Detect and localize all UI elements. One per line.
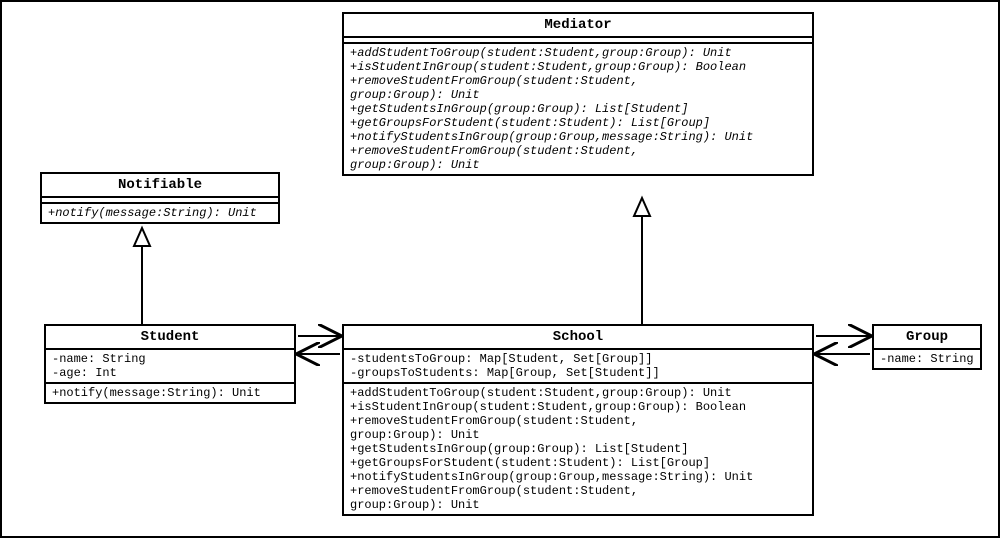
class-group-attrs: -name: String [874, 350, 980, 368]
diagram-frame: Notifiable +notify(message:String): Unit… [0, 0, 1000, 538]
class-notifiable-methods: +notify(message:String): Unit [42, 204, 278, 222]
class-school-name: School [344, 326, 812, 350]
arrowhead-icon [134, 228, 150, 246]
class-group-name: Group [874, 326, 980, 350]
class-school-methods: +addStudentToGroup(student:Student,group… [344, 384, 812, 514]
class-notifiable: Notifiable +notify(message:String): Unit [40, 172, 280, 224]
class-student-name: Student [46, 326, 294, 350]
arrowhead-icon [634, 198, 650, 216]
class-mediator-methods: +addStudentToGroup(student:Student,group… [344, 44, 812, 174]
class-group: Group -name: String [872, 324, 982, 370]
class-mediator: Mediator +addStudentToGroup(student:Stud… [342, 12, 814, 176]
class-student: Student -name: String -age: Int +notify(… [44, 324, 296, 404]
class-school-attrs: -studentsToGroup: Map[Student, Set[Group… [344, 350, 812, 384]
class-student-methods: +notify(message:String): Unit [46, 384, 294, 402]
class-student-attrs: -name: String -age: Int [46, 350, 294, 384]
class-school: School -studentsToGroup: Map[Student, Se… [342, 324, 814, 516]
class-notifiable-name: Notifiable [42, 174, 278, 198]
class-mediator-name: Mediator [344, 14, 812, 38]
